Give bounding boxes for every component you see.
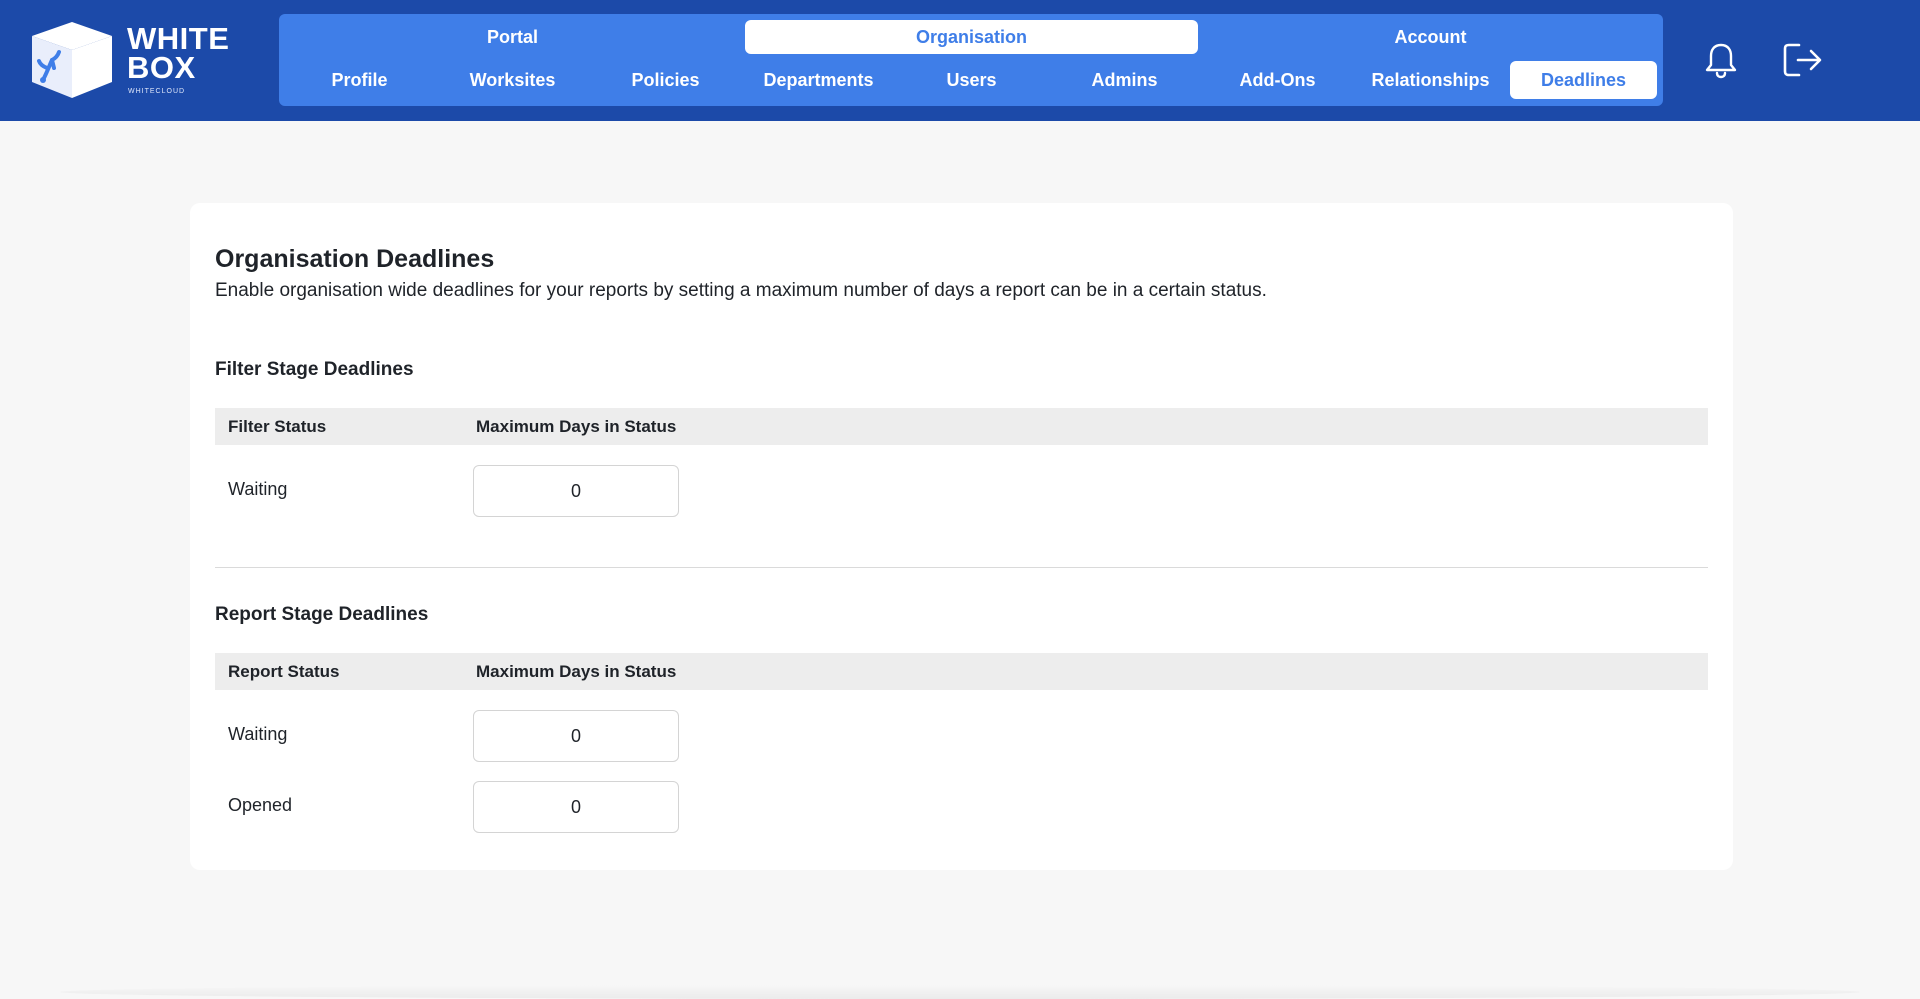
logo-line-1: WHITE	[127, 21, 230, 56]
logout-button[interactable]	[1781, 38, 1825, 82]
filter-days-column-header: Maximum Days in Status	[476, 416, 677, 436]
logo-line-2: BOX	[127, 50, 196, 85]
nav-sub-row: Profile Worksites Policies Departments U…	[286, 61, 1657, 99]
report-days-column-header: Maximum Days in Status	[476, 661, 677, 681]
subtab-add-ons[interactable]: Add-Ons	[1204, 61, 1351, 99]
report-row-label-waiting: Waiting	[228, 724, 288, 744]
report-waiting-days-input[interactable]	[473, 710, 679, 762]
subtab-worksites[interactable]: Worksites	[439, 61, 586, 99]
bell-icon	[1705, 43, 1737, 79]
subtab-users[interactable]: Users	[898, 61, 1045, 99]
subtab-profile[interactable]: Profile	[286, 61, 433, 99]
report-table-header: Report Status Maximum Days in Status	[215, 653, 1708, 690]
deadlines-card: Organisation Deadlines Enable organisati…	[190, 203, 1733, 870]
tab-organisation[interactable]: Organisation	[745, 20, 1198, 54]
subtab-relationships[interactable]: Relationships	[1357, 61, 1504, 99]
notifications-button[interactable]	[1699, 38, 1743, 82]
cube-logo-icon	[32, 22, 112, 98]
filter-stage-title: Filter Stage Deadlines	[215, 359, 414, 380]
report-stage-title: Report Stage Deadlines	[215, 604, 429, 625]
report-opened-days-input[interactable]	[473, 781, 679, 833]
subtab-departments[interactable]: Departments	[745, 61, 892, 99]
logo-wordmark: WHITE BOX	[127, 21, 230, 85]
main-navigation: Portal Organisation Account Profile Work…	[279, 14, 1663, 106]
subtab-admins[interactable]: Admins	[1051, 61, 1198, 99]
logout-icon	[1783, 43, 1822, 77]
tab-portal[interactable]: Portal	[286, 20, 739, 54]
filter-row-label-waiting: Waiting	[228, 479, 288, 499]
page-description: Enable organisation wide deadlines for y…	[215, 280, 1267, 301]
top-header: WHITE BOX WHITECLOUD Portal Organisation…	[0, 0, 1920, 121]
filter-status-column-header: Filter Status	[228, 416, 327, 436]
filter-waiting-days-input[interactable]	[473, 465, 679, 517]
subtab-policies[interactable]: Policies	[592, 61, 739, 99]
section-divider	[215, 567, 1708, 568]
bottom-edge-shadow	[60, 985, 1860, 999]
filter-table-header: Filter Status Maximum Days in Status	[215, 408, 1708, 445]
tab-account[interactable]: Account	[1204, 20, 1657, 54]
report-row-label-opened: Opened	[228, 795, 293, 815]
page-title: Organisation Deadlines	[215, 245, 495, 273]
report-status-column-header: Report Status	[228, 661, 340, 681]
white-box-logo[interactable]: WHITE BOX WHITECLOUD	[30, 20, 245, 100]
logo-subtitle: WHITECLOUD	[128, 88, 186, 95]
nav-top-row: Portal Organisation Account	[286, 20, 1663, 54]
subtab-deadlines[interactable]: Deadlines	[1510, 61, 1657, 99]
